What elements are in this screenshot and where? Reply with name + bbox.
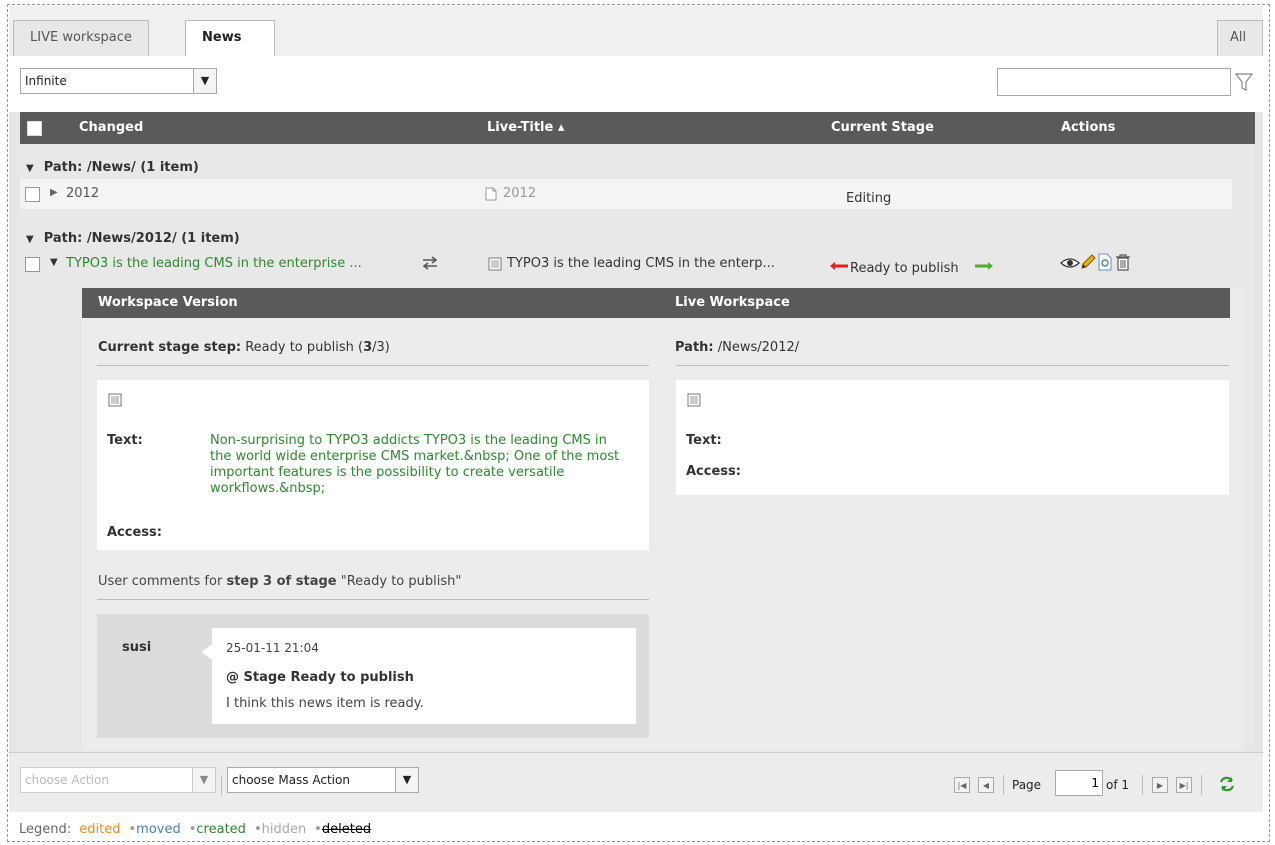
arrow-right-icon[interactable] — [974, 261, 994, 271]
row-changed: 2012 — [66, 186, 100, 201]
group-header-news[interactable]: ▼ Path: /News/ (1 item) — [26, 160, 199, 175]
divider — [1201, 775, 1202, 795]
live-text-label: Text: — [686, 433, 722, 448]
row-stage: Ready to publish — [850, 261, 959, 276]
table-row[interactable]: ▶ 2012 2012 Editing — [20, 179, 1232, 209]
first-page-icon[interactable]: |◀ — [954, 777, 970, 793]
divider — [676, 365, 1229, 366]
workspace-panel: LIVE workspace News All Infinite ▼ Chang… — [9, 6, 1263, 812]
row-checkbox[interactable] — [25, 187, 40, 202]
content-element-icon — [488, 257, 502, 271]
refresh-icon[interactable] — [1218, 775, 1236, 793]
choose-mass-action-select[interactable]: choose Mass Action ▼ — [227, 767, 419, 793]
legend: Legend: edited •moved •created •hidden •dele… — [19, 822, 372, 837]
filter-icon[interactable] — [1233, 68, 1255, 96]
select-all-checkbox[interactable] — [27, 121, 42, 136]
tab-news[interactable]: News — [185, 20, 275, 57]
last-page-icon[interactable]: ▶| — [1176, 777, 1192, 793]
divider — [97, 599, 649, 600]
tab-live-workspace[interactable]: LIVE workspace — [13, 20, 149, 56]
content-element-icon — [108, 393, 122, 407]
live-path: Path: /News/2012/ — [675, 340, 800, 355]
choose-action-select[interactable]: choose Action ▼ — [20, 767, 216, 793]
arrow-left-icon[interactable] — [829, 261, 849, 271]
content-element-icon — [687, 393, 701, 407]
workspace-tabs: LIVE workspace News All — [9, 6, 1263, 57]
trash-icon[interactable] — [1114, 253, 1132, 271]
user-comments-heading: User comments for step 3 of stage "Ready… — [98, 574, 462, 589]
legend-deleted: deleted — [321, 822, 372, 837]
grid-footer-toolbar: choose Action ▼ choose Mass Action ▼ |◀ … — [9, 752, 1263, 812]
group-header-news-2012[interactable]: ▼ Path: /News/2012/ (1 item) — [26, 231, 240, 246]
row-stage: Editing — [846, 191, 892, 206]
filter-toolbar: Infinite ▼ — [9, 56, 1263, 112]
search-input[interactable] — [997, 68, 1231, 96]
comment-item: susi 25-01-11 21:04 @ Stage Ready to pub… — [97, 614, 649, 738]
triangle-down-icon[interactable]: ▼ — [50, 257, 58, 268]
choose-action-label: choose Action — [25, 773, 109, 787]
row-checkbox[interactable] — [25, 257, 40, 272]
workspace-version-card: Text: Non-surprising to TYPO3 addicts TY… — [97, 380, 649, 550]
legend-moved: moved — [136, 822, 181, 837]
divider — [1142, 775, 1143, 795]
divider — [221, 775, 222, 795]
depth-select[interactable]: Infinite ▼ — [20, 68, 217, 94]
row-live-title: TYPO3 is the leading CMS in the enterp..… — [507, 256, 775, 271]
chevron-down-icon[interactable]: ▼ — [395, 768, 418, 792]
live-workspace-heading: Live Workspace — [675, 295, 790, 310]
comment-bubble: 25-01-11 21:04 @ Stage Ready to publish … — [202, 628, 636, 724]
workspace-text-value: Non-surprising to TYPO3 addicts TYPO3 is… — [210, 433, 620, 496]
detail-header: Workspace Version Live Workspace — [82, 288, 1230, 318]
live-version-card: Text: Access: — [676, 380, 1229, 495]
live-access-label: Access: — [686, 464, 741, 479]
record-detail: Workspace Version Live Workspace Current… — [82, 288, 1243, 751]
col-changed[interactable]: Changed — [79, 112, 143, 144]
row-live-title: 2012 — [503, 186, 537, 201]
legend-hidden: hidden — [261, 822, 307, 837]
triangle-down-icon[interactable]: ▼ — [26, 163, 34, 174]
col-current-stage[interactable]: Current Stage — [831, 112, 934, 144]
table-row[interactable]: ▼ TYPO3 is the leading CMS in the enterp… — [20, 249, 1232, 279]
choose-mass-action-label: choose Mass Action — [232, 773, 350, 787]
text-label: Text: — [107, 433, 143, 448]
legend-created: created — [196, 822, 246, 837]
current-stage-step: Current stage step: Ready to publish (3/… — [98, 340, 390, 355]
triangle-down-icon[interactable]: ▼ — [26, 234, 34, 245]
triangle-right-icon[interactable]: ▶ — [50, 187, 58, 198]
preview-icon[interactable] — [1097, 253, 1113, 271]
legend-edited: edited — [79, 822, 121, 837]
page-icon — [485, 187, 497, 201]
next-page-icon[interactable]: ▶ — [1152, 777, 1168, 793]
prev-page-icon[interactable]: ◀ — [978, 777, 994, 793]
col-live-title[interactable]: Live-Title ▴ — [487, 112, 564, 144]
legend-label: Legend: — [19, 822, 72, 837]
workspace-version-heading: Workspace Version — [98, 295, 238, 310]
page-label: Page — [1012, 778, 1042, 792]
access-label: Access: — [107, 525, 162, 540]
grid-header: Changed Live-Title ▴ Current Stage Actio… — [20, 112, 1255, 144]
eye-icon[interactable] — [1060, 254, 1080, 272]
row-changed[interactable]: TYPO3 is the leading CMS in the enterpri… — [66, 256, 362, 271]
page-input[interactable] — [1055, 770, 1103, 796]
tab-all[interactable]: All — [1217, 20, 1263, 56]
comment-user: susi — [122, 640, 152, 655]
divider — [97, 365, 649, 366]
comment-title: @ Stage Ready to publish — [226, 670, 414, 685]
depth-select-value: Infinite — [25, 74, 67, 88]
page-count: of 1 — [1106, 778, 1130, 792]
swap-icon[interactable] — [421, 255, 439, 271]
pencil-icon[interactable] — [1079, 253, 1097, 271]
col-actions: Actions — [1061, 120, 1116, 135]
chevron-down-icon[interactable]: ▼ — [193, 69, 216, 93]
grid-body: ▼ Path: /News/ (1 item) ▶ 2012 2012 Editi… — [20, 144, 1255, 751]
chevron-down-icon[interactable]: ▼ — [192, 768, 215, 792]
comment-date: 25-01-11 21:04 — [226, 641, 319, 655]
divider — [1003, 775, 1004, 795]
comment-body: I think this news item is ready. — [226, 696, 424, 711]
